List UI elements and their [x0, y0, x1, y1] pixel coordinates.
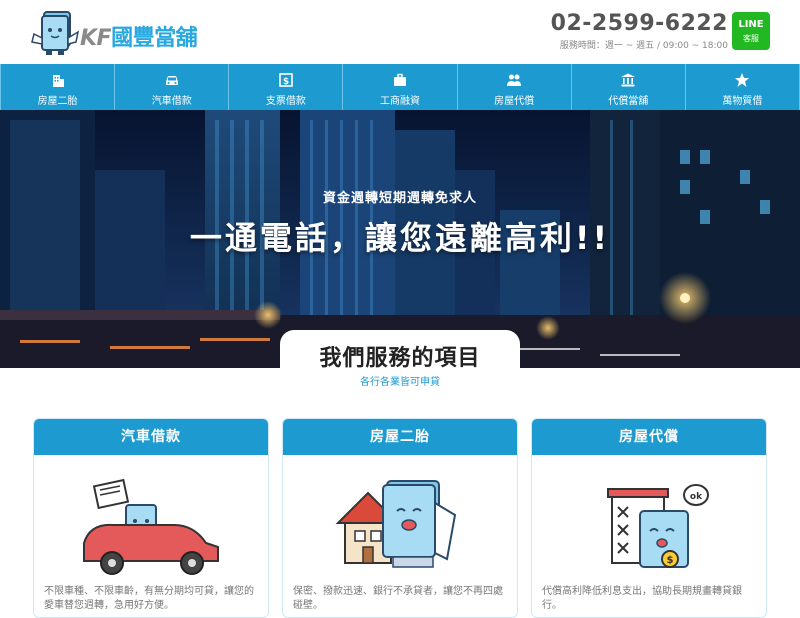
- nav-label: 代償當舖: [608, 96, 649, 107]
- phone-number[interactable]: 02-2599-6222: [551, 12, 728, 36]
- card-title: 房屋代償: [532, 419, 766, 455]
- services-heading-tab: 我們服務的項目: [280, 330, 520, 374]
- card-title: 汽車借款: [34, 419, 268, 455]
- car-icon: [165, 76, 178, 85]
- service-card-house-second-mortgage[interactable]: 房屋二胎 保密、撥款迅速、銀行不承貸者，讓您不再四處碰壁。: [282, 418, 518, 618]
- nav-label: 房屋代償: [494, 96, 535, 107]
- svg-text:$: $: [283, 77, 289, 87]
- header: KF國豐當舖 02-2599-6222 服務時間：週一 ~ 週五 / 09:00…: [0, 0, 800, 64]
- briefcase-icon: [393, 73, 406, 86]
- nav-item-pawn-refinance[interactable]: 代償當舖: [572, 64, 686, 110]
- hero-title: 一通電話，讓您遠離高利!!: [189, 219, 611, 257]
- line-sub-label: 客服: [743, 34, 759, 43]
- nav-item-business-financing[interactable]: 工商融資: [343, 64, 458, 110]
- nav-label: 支票借款: [265, 96, 306, 107]
- service-hours: 服務時間：週一 ~ 週五 / 09:00 ~ 18:00: [559, 41, 728, 51]
- nav-item-house-refinance[interactable]: 房屋代償: [458, 64, 572, 110]
- main-nav: 房屋二胎 汽車借款 $ 支票借款 工商融資 房屋代償 代償當舖 萬物質借: [0, 64, 800, 110]
- bank-icon: [621, 73, 636, 87]
- nav-label: 汽車借款: [151, 96, 192, 107]
- nav-item-cheque-loan[interactable]: $ 支票借款: [229, 64, 344, 110]
- building-icon: [52, 75, 64, 87]
- nav-item-house-second-mortgage[interactable]: 房屋二胎: [0, 64, 116, 110]
- logo-name: 國豐當舖: [111, 26, 198, 51]
- site-logo[interactable]: KF國豐當舖: [30, 8, 230, 56]
- nav-label: 房屋二胎: [37, 96, 78, 107]
- star-icon: [735, 73, 750, 87]
- line-label: LINE: [738, 19, 764, 30]
- services-subtitle: 各行各業皆可申貸: [360, 377, 440, 388]
- nav-label: 萬物質借: [722, 96, 763, 107]
- nav-item-car-loan[interactable]: 汽車借款: [115, 64, 230, 110]
- logo-text: KF國豐當舖: [80, 20, 198, 52]
- svg-text:$: $: [667, 555, 674, 566]
- house-mortgage-illustration: [335, 480, 457, 568]
- house-refinance-illustration: $ ok: [607, 484, 709, 568]
- card-description: 不限車種、不限車齡，有無分期均可貸，讓您的愛車替您週轉，急用好方便。: [44, 586, 254, 611]
- car-loan-illustration: [83, 478, 219, 575]
- users-icon: [507, 74, 522, 86]
- line-support-button[interactable]: LINE 客服: [732, 12, 770, 50]
- services-title: 我們服務的項目: [319, 346, 481, 371]
- contact-block: 02-2599-6222 服務時間：週一 ~ 週五 / 09:00 ~ 18:0…: [551, 12, 728, 52]
- logo-kf: KF: [80, 26, 112, 51]
- svg-text:ok: ok: [690, 492, 703, 502]
- nav-item-goods-pawn[interactable]: 萬物質借: [686, 64, 800, 110]
- card-title: 房屋二胎: [283, 419, 517, 455]
- card-description: 代償高利降低利息支出，協助長期規畫轉貸銀行。: [542, 586, 742, 611]
- cheque-icon: $: [279, 73, 293, 87]
- card-description: 保密、撥款迅速、銀行不承貸者，讓您不再四處碰壁。: [293, 586, 503, 611]
- hero-subtitle: 資金週轉短期週轉免求人: [322, 191, 477, 206]
- nav-label: 工商融資: [379, 96, 420, 107]
- mascot-logo-icon: [31, 11, 80, 55]
- service-card-car-loan[interactable]: 汽車借款 不限車種、不限車齡，有無分期均可貸，讓您的愛車替您週轉，急用好方便。: [33, 418, 269, 618]
- service-card-house-refinance[interactable]: 房屋代償 $ ok 代償高利降低利息支出，協助長期規畫轉貸銀行。: [531, 418, 767, 618]
